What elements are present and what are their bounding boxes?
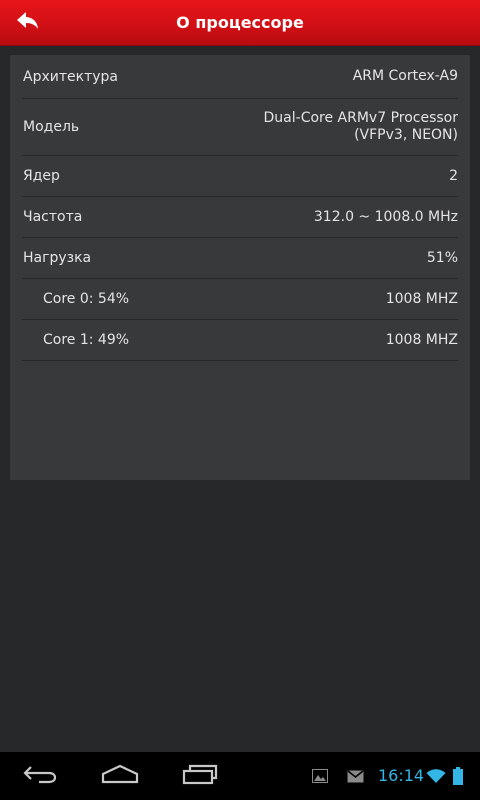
row-model: Модель Dual-Core ARMv7 Processor (VFPv3,… — [22, 99, 458, 156]
cores-label: Ядер — [23, 168, 60, 184]
cores-value: 2 — [449, 167, 458, 184]
nav-home-button[interactable] — [80, 752, 160, 800]
wifi-icon — [425, 752, 447, 800]
load-label: Нагрузка — [23, 250, 92, 266]
architecture-label: Архитектура — [23, 68, 118, 85]
model-value-line1: Dual-Core ARMv7 Processor — [263, 110, 458, 126]
row-frequency: Частота 312.0 ~ 1008.0 MHz — [22, 197, 458, 238]
system-navigation-bar: 16:14 — [0, 752, 480, 800]
core-1-value: 1008 MHZ — [385, 331, 458, 348]
load-value: 51% — [426, 249, 458, 266]
row-architecture: Архитектура ARM Cortex-A9 — [22, 55, 458, 99]
home-icon — [101, 764, 139, 788]
back-icon — [22, 764, 58, 788]
recent-apps-icon — [182, 763, 218, 789]
nav-back-button[interactable] — [0, 752, 80, 800]
core-0-label: Core 0: 54% — [43, 291, 130, 307]
gmail-notification-icon[interactable] — [345, 752, 365, 800]
model-value: Dual-Core ARMv7 Processor (VFPv3, NEON) — [264, 110, 458, 144]
model-value-line2: (VFPv3, NEON) — [354, 127, 458, 143]
gallery-notification-icon[interactable] — [311, 752, 329, 800]
page-title: О процессоре — [176, 13, 304, 32]
architecture-value: ARM Cortex-A9 — [352, 68, 458, 84]
row-core-0: Core 0: 54% 1008 MHZ — [22, 279, 458, 320]
nav-recent-apps-button[interactable] — [160, 752, 240, 800]
frequency-value: 312.0 ~ 1008.0 MHz — [313, 208, 458, 225]
row-core-1: Core 1: 49% 1008 MHZ — [22, 320, 458, 361]
core-1-label: Core 1: 49% — [43, 332, 130, 348]
core-0-value: 1008 MHZ — [385, 290, 458, 307]
row-load: Нагрузка 51% — [22, 238, 458, 279]
frequency-label: Частота — [23, 209, 83, 225]
action-bar: О процессоре — [0, 0, 480, 46]
model-label: Модель — [23, 119, 80, 135]
battery-icon — [450, 752, 466, 800]
status-clock: 16:14 — [378, 766, 425, 785]
cpu-info-panel: Архитектура ARM Cortex-A9 Модель Dual-Co… — [10, 55, 470, 480]
row-cores: Ядер 2 — [22, 156, 458, 197]
